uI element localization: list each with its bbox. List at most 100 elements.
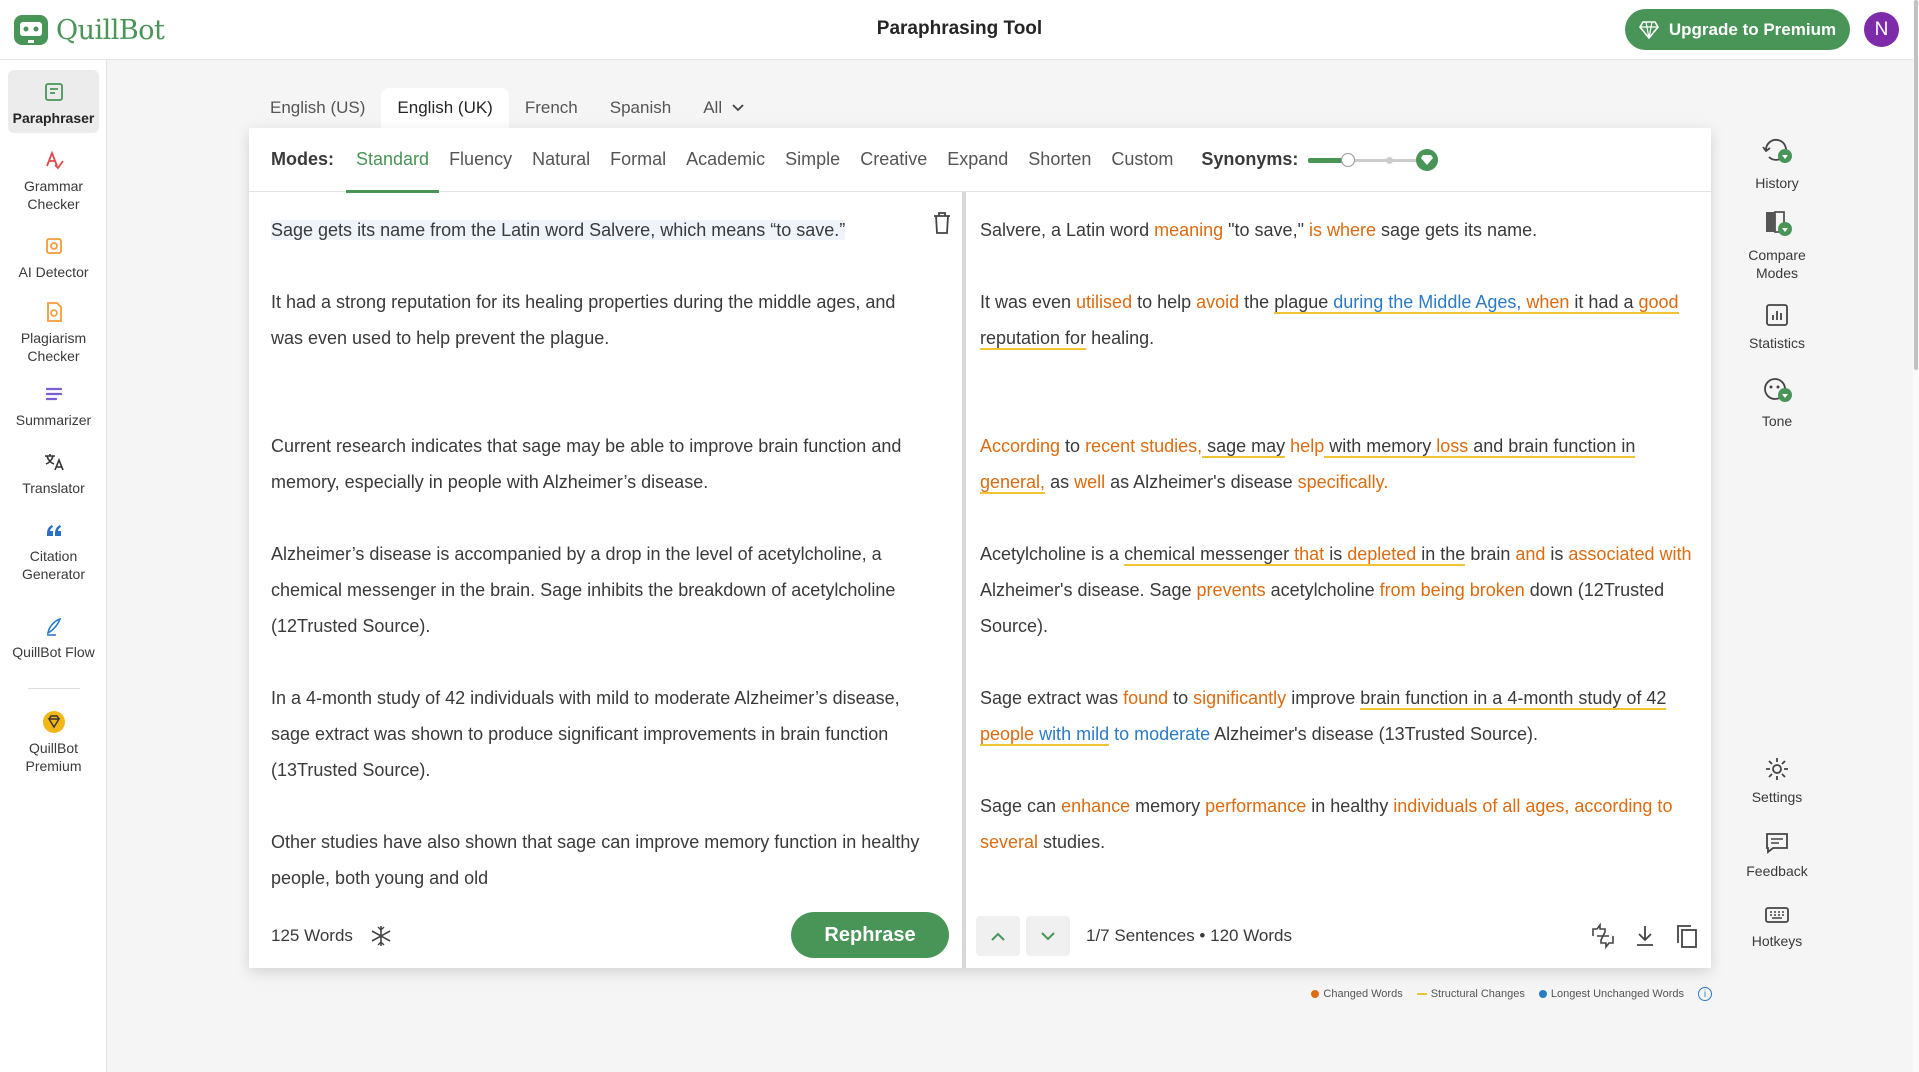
mode-academic[interactable]: Academic [676, 128, 775, 192]
structural-change[interactable]: brain function in a 4-month study of 42 [1360, 688, 1666, 708]
slider-thumb[interactable] [1341, 152, 1356, 167]
changed-word[interactable]: meaning [1154, 220, 1223, 240]
info-icon[interactable]: i [1698, 987, 1712, 1001]
structural-change[interactable]: reputation for [980, 328, 1086, 348]
download-icon[interactable] [1631, 922, 1659, 950]
avatar[interactable]: N [1864, 12, 1899, 47]
changed-word[interactable]: associated with [1568, 544, 1691, 564]
trash-icon[interactable] [930, 210, 954, 236]
rephrase-button[interactable]: Rephrase [791, 912, 949, 958]
editor-card: Modes: Standard Fluency Natural Formal A… [249, 128, 1711, 968]
tab-spanish[interactable]: Spanish [594, 88, 687, 128]
output-text-span: to [1060, 436, 1086, 456]
changed-word[interactable]: According [980, 436, 1060, 456]
sidebar-item-summarizer[interactable]: Summarizer [8, 376, 99, 435]
tab-french[interactable]: French [509, 88, 594, 128]
changed-word[interactable]: avoid [1196, 292, 1239, 312]
input-text[interactable]: Sage gets its name from the Latin word S… [271, 212, 932, 932]
changed-word[interactable]: depleted [1347, 544, 1416, 564]
tab-english-us[interactable]: English (US) [254, 88, 381, 128]
mode-shorten[interactable]: Shorten [1018, 128, 1101, 192]
keyboard-icon [1765, 907, 1789, 923]
sidebar-item-grammar-checker[interactable]: Grammar Checker [8, 142, 99, 219]
output-text-span: Salvere, a Latin word [980, 220, 1155, 240]
tab-all-languages[interactable]: All [687, 88, 760, 128]
sidebar-item-plagiarism-checker[interactable]: Plagiarism Checker [8, 294, 99, 371]
output-word-count: 120 Words [1210, 926, 1293, 945]
tab-english-uk[interactable]: English (UK) [381, 88, 509, 128]
legend-label: Structural Changes [1430, 988, 1525, 1000]
synonyms-slider[interactable] [1308, 148, 1439, 172]
mode-custom[interactable]: Custom [1101, 128, 1183, 192]
changed-word[interactable]: specifically. [1298, 472, 1389, 492]
settings-tool[interactable]: Settings [1740, 756, 1814, 806]
chevron-down-icon [1041, 931, 1055, 940]
upgrade-button[interactable]: Upgrade to Premium [1625, 9, 1850, 50]
changed-word[interactable]: from being broken [1380, 580, 1525, 600]
mode-fluency[interactable]: Fluency [439, 128, 522, 192]
changed-word[interactable]: utilised [1076, 292, 1132, 312]
logo-text: QuillBot [56, 14, 165, 46]
changed-word[interactable]: significantly [1193, 688, 1286, 708]
rate-paraphrase-icon[interactable] [1589, 922, 1617, 950]
input-pane[interactable]: Sage gets its name from the Latin word S… [249, 192, 962, 968]
changed-word[interactable]: recent studies, [1085, 436, 1202, 456]
changed-word[interactable]: performance [1205, 796, 1306, 816]
sidebar-item-ai-detector[interactable]: AI Detector [8, 228, 99, 287]
unchanged-word[interactable]: during the Middle Ages, [1333, 292, 1521, 312]
structural-change[interactable]: chemical messenger [1124, 544, 1289, 564]
mode-formal[interactable]: Formal [600, 128, 676, 192]
compare-modes-tool[interactable]: Compare Modes [1740, 208, 1814, 282]
changed-word[interactable]: general, [980, 472, 1045, 492]
hotkeys-tool[interactable]: Hotkeys [1740, 904, 1814, 950]
structural-change[interactable]: sage may [1202, 436, 1286, 458]
output-text-span: memory [1130, 796, 1206, 816]
previous-sentence-button[interactable] [976, 916, 1020, 956]
mode-standard[interactable]: Standard [346, 128, 440, 193]
feedback-tool[interactable]: Feedback [1740, 830, 1814, 880]
copy-icon[interactable] [1673, 922, 1701, 950]
translator-icon [44, 454, 64, 471]
mode-creative[interactable]: Creative [850, 128, 937, 192]
structural-change[interactable]: with memory [1324, 436, 1436, 456]
mode-simple[interactable]: Simple [775, 128, 850, 192]
changed-word[interactable]: well [1074, 472, 1105, 492]
next-sentence-button[interactable] [1026, 916, 1070, 956]
slider-premium-badge[interactable] [1416, 148, 1439, 171]
sidebar-item-quillbot-flow[interactable]: QuillBot Flow [8, 608, 99, 667]
scrollbar-thumb[interactable] [1914, 0, 1918, 370]
mode-natural[interactable]: Natural [522, 128, 600, 192]
quillbot-logo[interactable]: QuillBot [12, 11, 165, 49]
mode-expand[interactable]: Expand [937, 128, 1018, 192]
changed-word[interactable]: when [1521, 292, 1569, 312]
output-text-span: in healthy [1306, 796, 1394, 816]
changed-word[interactable]: prevents [1197, 580, 1266, 600]
structural-change[interactable]: and brain function in [1468, 436, 1635, 456]
changed-word[interactable]: loss [1436, 436, 1468, 456]
changed-word[interactable]: enhance [1061, 796, 1130, 816]
tone-tool[interactable]: Tone [1740, 376, 1814, 430]
unchanged-word[interactable]: with mild [1034, 724, 1109, 744]
structural-change[interactable]: plague [1274, 292, 1333, 312]
output-text[interactable]: Salvere, a Latin word meaning "to save,"… [980, 212, 1693, 896]
changed-word[interactable]: help [1285, 436, 1324, 456]
unchanged-word[interactable]: to moderate [1109, 724, 1210, 744]
sidebar-item-citation-generator[interactable]: Citation Generator [8, 512, 99, 589]
changed-word[interactable]: is where [1309, 220, 1376, 240]
changed-word[interactable]: and [1515, 544, 1545, 564]
sidebar-item-translator[interactable]: Translator [8, 444, 99, 503]
sidebar-item-label: Paraphraser [12, 110, 95, 126]
changed-word[interactable]: good [1638, 292, 1678, 312]
freeze-words-icon[interactable] [369, 924, 393, 948]
sidebar-item-quillbot-premium[interactable]: QuillBot Premium [8, 704, 99, 781]
changed-word[interactable]: found [1123, 688, 1168, 708]
structural-change[interactable]: it had a [1569, 292, 1633, 312]
sidebar-item-paraphraser[interactable]: Paraphraser [8, 70, 99, 133]
changed-word[interactable]: that [1289, 544, 1324, 564]
history-tool[interactable]: History [1740, 136, 1814, 192]
structural-change[interactable]: in the [1416, 544, 1465, 564]
statistics-tool[interactable]: Statistics [1740, 302, 1814, 352]
structural-change[interactable]: is [1324, 544, 1347, 564]
output-pane: Salvere, a Latin word meaning "to save,"… [966, 192, 1711, 968]
changed-word[interactable]: people [980, 724, 1034, 744]
